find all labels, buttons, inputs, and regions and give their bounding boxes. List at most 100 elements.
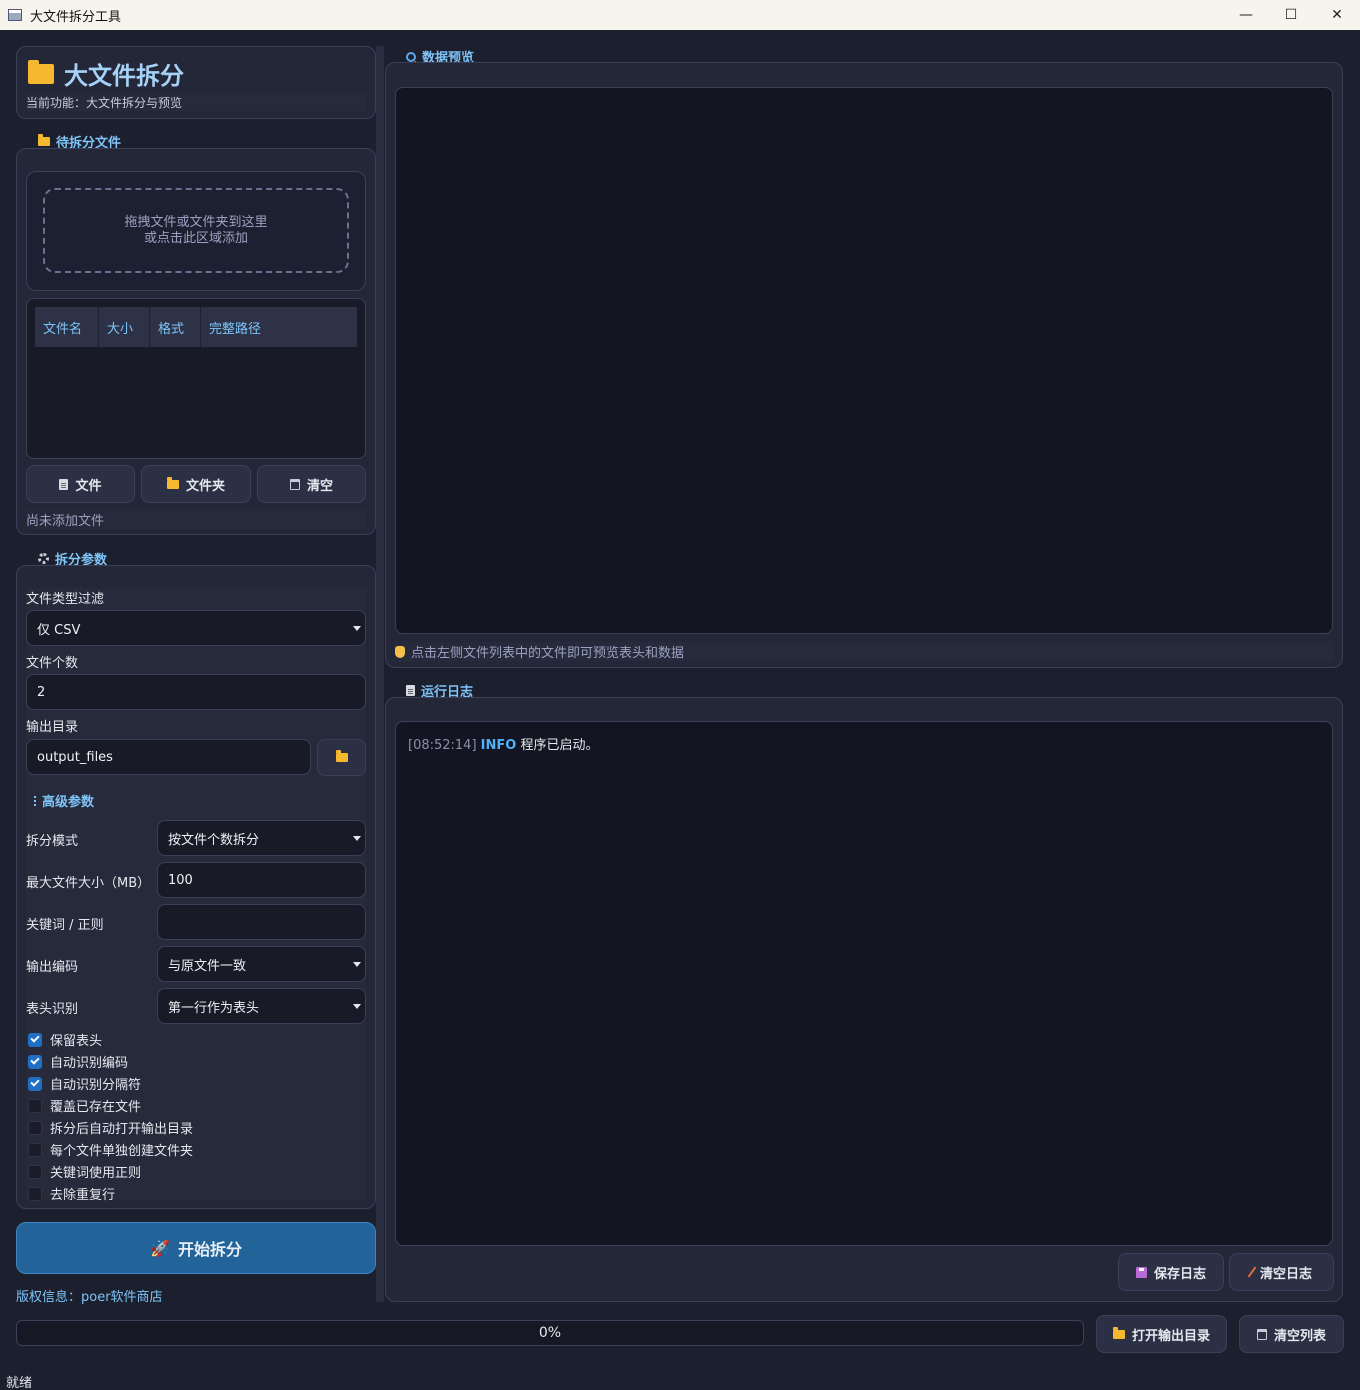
checkbox-label: 覆盖已存在文件 (50, 1100, 142, 1115)
advanced-params-label[interactable]: 高级参数 (34, 791, 94, 810)
data-preview-area[interactable] (395, 87, 1333, 634)
encoding-select[interactable]: 与原文件一致 (157, 946, 366, 982)
broom-icon (1247, 1266, 1257, 1278)
log-entry: [08:52:14] INFO 程序已启动。 (408, 734, 1320, 753)
minimize-button[interactable]: — (1223, 0, 1269, 30)
keyword-label: 关键词 / 正则 (26, 918, 104, 933)
checkbox[interactable] (28, 1120, 42, 1135)
save-log-button[interactable]: 保存日志 (1118, 1253, 1224, 1291)
progress-bar: 0% (16, 1320, 1084, 1346)
clear-log-label: 清空日志 (1259, 1266, 1312, 1282)
checkbox-label: 每个文件单独创建文件夹 (50, 1144, 194, 1159)
option-checkbox-row[interactable]: 保留表头 (28, 1030, 102, 1049)
add-file-label: 文件 (75, 478, 102, 494)
add-folder-label: 文件夹 (185, 478, 225, 494)
folder-icon (28, 59, 54, 84)
dropzone-line2: 或点击此区域添加 (143, 230, 248, 246)
folder-icon (335, 750, 348, 762)
preview-hint-text: 点击左侧文件列表中的文件即可预览表头和数据 (411, 646, 685, 661)
type-filter-select[interactable]: 仅 CSV (26, 610, 366, 646)
advanced-params-text: 高级参数 (42, 795, 95, 810)
browse-output-button[interactable] (317, 739, 366, 776)
file-dropzone[interactable]: 拖拽文件或文件夹到这里 或点击此区域添加 (43, 188, 349, 273)
encoding-label: 输出编码 (26, 960, 79, 975)
file-count-input[interactable]: 2 (26, 674, 366, 710)
option-checkbox-row[interactable]: 自动识别编码 (28, 1052, 128, 1071)
maximize-button[interactable]: ☐ (1268, 0, 1314, 30)
clear-list-button[interactable]: 清空列表 (1239, 1315, 1344, 1353)
checkbox[interactable] (28, 1186, 42, 1201)
clear-list-label: 清空列表 (1273, 1328, 1326, 1344)
option-checkbox-row[interactable]: 关键词使用正则 (28, 1162, 141, 1181)
dropdown-arrow-icon (353, 626, 361, 631)
keyword-input[interactable] (157, 904, 366, 940)
start-split-button[interactable]: 🚀 开始拆分 (16, 1222, 376, 1274)
dots-icon (34, 795, 36, 806)
status-bar: 就绪 (6, 1376, 33, 1390)
app-heading-text: 大文件拆分 (64, 62, 184, 90)
column-header-name[interactable]: 文件名 (35, 307, 99, 347)
file-count-label: 文件个数 (26, 656, 79, 671)
option-checkbox-row[interactable]: 每个文件单独创建文件夹 (28, 1140, 193, 1159)
files-status: 尚未添加文件 (26, 510, 366, 529)
option-checkbox-row[interactable]: 自动识别分隔符 (28, 1074, 141, 1093)
folder-icon (38, 134, 50, 146)
clear-log-button[interactable]: 清空日志 (1229, 1253, 1334, 1291)
open-output-label: 打开输出目录 (1131, 1328, 1210, 1344)
option-checkbox-row[interactable]: 拆分后自动打开输出目录 (28, 1118, 193, 1137)
dropdown-arrow-icon (353, 1004, 361, 1009)
start-split-label: 开始拆分 (177, 1240, 242, 1259)
checkbox[interactable] (28, 1054, 42, 1069)
title-bar: 大文件拆分工具 — ☐ ✕ (0, 0, 1360, 30)
open-output-button[interactable]: 打开输出目录 (1096, 1315, 1227, 1353)
column-header-size[interactable]: 大小 (99, 307, 150, 347)
dropzone-line1: 拖拽文件或文件夹到这里 (124, 214, 268, 230)
checkbox[interactable] (28, 1164, 42, 1179)
preview-hint: 点击左侧文件列表中的文件即可预览表头和数据 (395, 642, 1333, 661)
max-size-input[interactable]: 100 (157, 862, 366, 898)
search-icon (406, 51, 416, 62)
trash-icon (1256, 1328, 1267, 1340)
copyright-text: 版权信息：poer软件商店 (16, 1290, 163, 1305)
log-area[interactable]: [08:52:14] INFO 程序已启动。 (395, 721, 1333, 1246)
column-header-format[interactable]: 格式 (150, 307, 201, 347)
column-header-path[interactable]: 完整路径 (201, 307, 357, 347)
clear-files-label: 清空 (306, 478, 333, 494)
log-time: [08:52:14] (408, 738, 477, 753)
log-message: 程序已启动。 (520, 738, 599, 753)
close-button[interactable]: ✕ (1314, 0, 1360, 30)
pointing-hand-icon (395, 645, 405, 658)
app-heading: 大文件拆分 (28, 56, 184, 91)
clear-files-button[interactable]: 清空 (257, 465, 366, 503)
add-file-button[interactable]: 文件 (26, 465, 135, 503)
checkbox[interactable] (28, 1142, 42, 1157)
file-table[interactable]: 文件名 大小 格式 完整路径 (26, 298, 366, 459)
checkbox-label: 关键词使用正则 (50, 1166, 142, 1181)
checkbox[interactable] (28, 1076, 42, 1091)
progress-text: 0% (538, 1325, 562, 1341)
file-table-header: 文件名 大小 格式 完整路径 (35, 307, 357, 347)
trash-icon (289, 478, 300, 490)
split-mode-select[interactable]: 按文件个数拆分 (157, 820, 366, 856)
option-checkbox-row[interactable]: 覆盖已存在文件 (28, 1096, 141, 1115)
checkbox[interactable] (28, 1032, 42, 1047)
header-detect-value: 第一行作为表头 (168, 1000, 260, 1016)
dropdown-arrow-icon (353, 836, 361, 841)
panel-splitter[interactable] (376, 46, 384, 1302)
log-level: INFO (480, 738, 517, 753)
window-title: 大文件拆分工具 (30, 9, 122, 25)
checkbox-label: 去除重复行 (50, 1188, 116, 1203)
header-detect-select[interactable]: 第一行作为表头 (157, 988, 366, 1024)
split-mode-label: 拆分模式 (26, 834, 79, 849)
encoding-value: 与原文件一致 (168, 958, 247, 974)
checkbox[interactable] (28, 1098, 42, 1113)
app-icon (8, 9, 22, 21)
checkbox-label: 自动识别编码 (50, 1056, 129, 1071)
output-dir-label: 输出目录 (26, 720, 79, 735)
option-checkbox-row[interactable]: 去除重复行 (28, 1184, 115, 1203)
type-filter-label: 文件类型过滤 (26, 592, 105, 607)
floppy-icon (1135, 1266, 1147, 1278)
header-detect-label: 表头识别 (26, 1002, 79, 1017)
output-dir-input[interactable]: output_files (26, 739, 311, 775)
add-folder-button[interactable]: 文件夹 (141, 465, 251, 503)
